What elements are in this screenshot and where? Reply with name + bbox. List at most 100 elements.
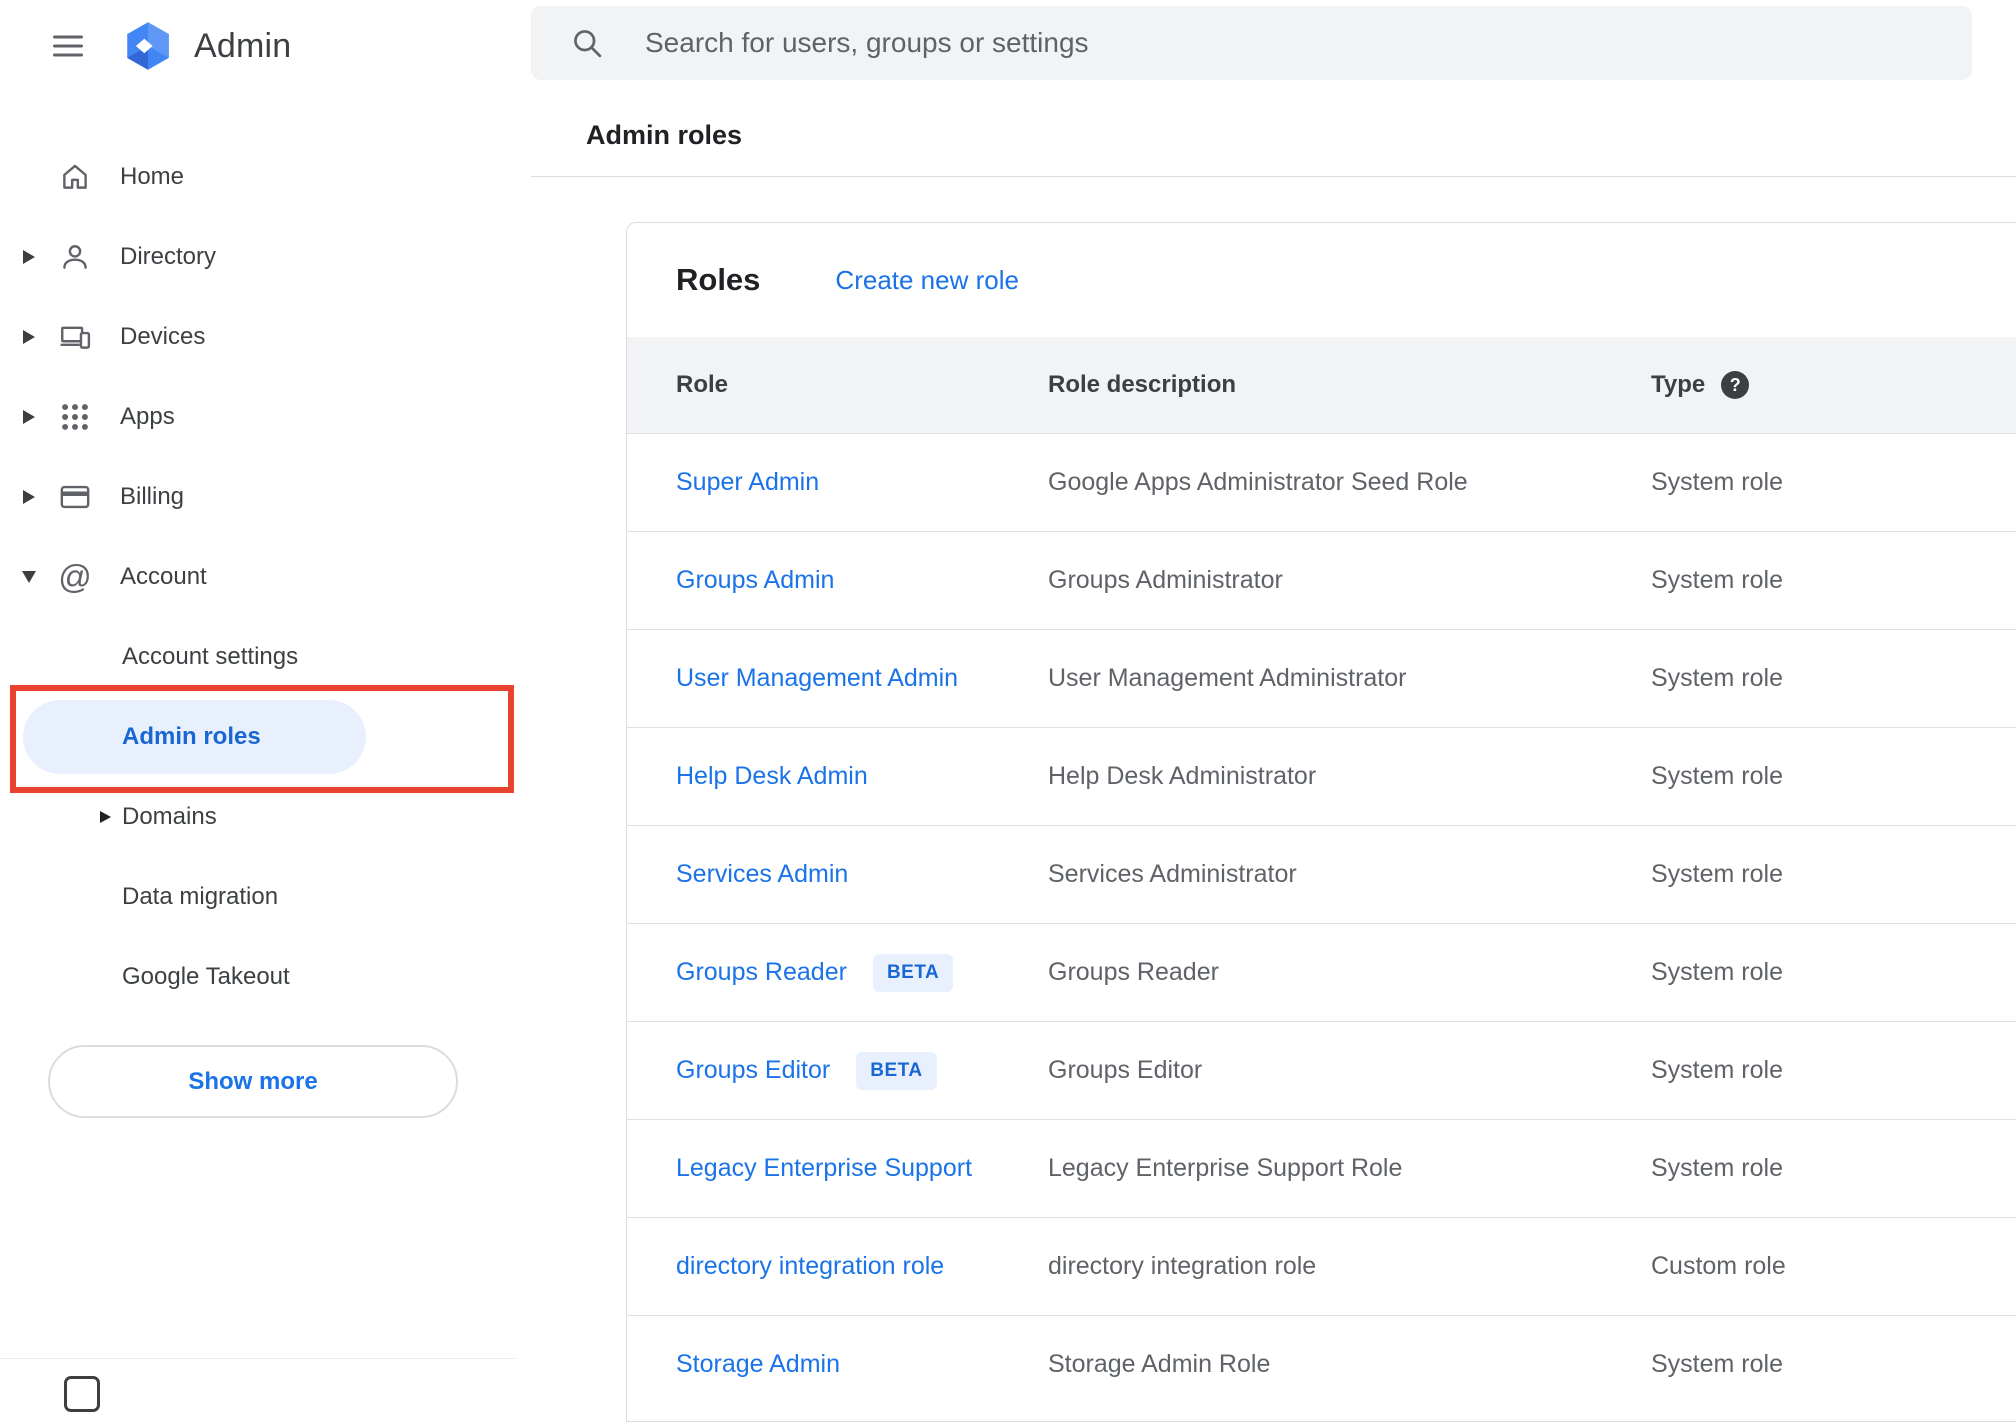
- role-description: Legacy Enterprise Support Role: [1048, 1154, 1403, 1182]
- sidebar-item-billing[interactable]: Billing: [0, 457, 531, 537]
- role-link[interactable]: Groups Editor: [676, 1056, 830, 1085]
- role-link[interactable]: Storage Admin: [676, 1350, 840, 1379]
- role-description: Help Desk Administrator: [1048, 762, 1317, 790]
- column-header-type-label: Type: [1651, 371, 1706, 398]
- sidebar-item-admin-roles[interactable]: Admin roles: [0, 697, 531, 777]
- chevron-right-icon[interactable]: [14, 250, 44, 264]
- table-header-row: Role Role description Type: [627, 337, 2016, 433]
- chevron-right-icon[interactable]: [14, 490, 44, 504]
- role-link[interactable]: Super Admin: [676, 468, 819, 497]
- divider: [531, 176, 2016, 177]
- sidebar-header: Admin: [0, 14, 291, 78]
- role-link[interactable]: User Management Admin: [676, 664, 958, 693]
- search-input[interactable]: [645, 13, 1972, 73]
- sidebar-item-label: Google Takeout: [122, 963, 290, 990]
- role-description: Groups Editor: [1048, 1056, 1203, 1084]
- table-row: Services Admin Services Administrator Sy…: [627, 825, 2016, 923]
- role-type: System role: [1651, 958, 1783, 986]
- breadcrumb: Admin roles: [586, 120, 743, 150]
- chevron-right-icon[interactable]: [14, 410, 44, 424]
- sidebar-item-label: Admin roles: [122, 723, 261, 750]
- role-description: Groups Administrator: [1048, 566, 1283, 594]
- sidebar-item-label: Billing: [120, 483, 185, 510]
- sidebar-item-label: Devices: [120, 323, 206, 350]
- divider: [0, 1358, 515, 1359]
- sidebar-item-label: Data migration: [122, 883, 279, 910]
- table-row: Help Desk Admin Help Desk Administrator …: [627, 727, 2016, 825]
- role-link[interactable]: Groups Admin: [676, 566, 834, 595]
- sidebar: Admin Home Directory Devices Apps Billin…: [0, 0, 531, 1412]
- role-link[interactable]: Groups Reader: [676, 958, 847, 987]
- devices-icon: [58, 320, 92, 354]
- column-header-description: Role description: [1048, 371, 1237, 398]
- at-sign-icon: @: [58, 558, 92, 595]
- beta-badge: BETA: [872, 953, 954, 992]
- column-header-type: Type: [1651, 371, 2016, 399]
- sidebar-nav: Home Directory Devices Apps Billing @ Ac…: [0, 137, 531, 1017]
- role-type: Custom role: [1651, 1252, 1786, 1280]
- role-type: System role: [1651, 1056, 1783, 1084]
- sidebar-item-domains[interactable]: Domains: [0, 777, 531, 857]
- role-link[interactable]: directory integration role: [676, 1252, 944, 1281]
- home-icon: [58, 160, 92, 194]
- role-type: System role: [1651, 762, 1783, 790]
- chevron-right-icon[interactable]: [14, 330, 44, 344]
- role-type: System role: [1651, 566, 1783, 594]
- person-icon: [58, 240, 92, 274]
- admin-logo-icon: [120, 18, 176, 74]
- chevron-right-icon[interactable]: [100, 811, 111, 823]
- role-type: System role: [1651, 1350, 1783, 1378]
- card-title: Roles: [676, 262, 761, 297]
- apps-grid-icon: [58, 400, 92, 434]
- sidebar-item-label: Home: [120, 163, 185, 190]
- role-type: System role: [1651, 664, 1783, 692]
- table-row: Groups Admin Groups Administrator System…: [627, 531, 2016, 629]
- table-row: Groups Reader BETA Groups Reader System …: [627, 923, 2016, 1021]
- menu-icon[interactable]: [44, 22, 92, 70]
- column-header-role: Role: [676, 371, 729, 398]
- role-type: System role: [1651, 1154, 1783, 1182]
- beta-badge: BETA: [856, 1051, 937, 1090]
- sidebar-item-google-takeout[interactable]: Google Takeout: [0, 937, 531, 1017]
- role-description: Groups Reader: [1048, 958, 1219, 986]
- sidebar-item-label: Account: [120, 563, 207, 590]
- table-row: User Management Admin User Management Ad…: [627, 629, 2016, 727]
- role-description: User Management Administrator: [1048, 664, 1407, 692]
- role-description: directory integration role: [1048, 1252, 1317, 1280]
- role-type: System role: [1651, 860, 1783, 888]
- sidebar-item-label: Account settings: [122, 643, 299, 670]
- role-link[interactable]: Legacy Enterprise Support: [676, 1154, 972, 1183]
- credit-card-icon: [58, 480, 92, 514]
- app-title: Admin: [194, 26, 292, 65]
- role-description: Google Apps Administrator Seed Role: [1048, 468, 1468, 496]
- table-row: directory integration role directory int…: [627, 1217, 2016, 1315]
- sidebar-item-account-settings[interactable]: Account settings: [0, 617, 531, 697]
- create-new-role-link[interactable]: Create new role: [835, 265, 1019, 296]
- sidebar-item-home[interactable]: Home: [0, 137, 531, 217]
- sidebar-item-label: Directory: [120, 243, 217, 270]
- show-more-button[interactable]: Show more: [48, 1045, 458, 1118]
- sidebar-item-account[interactable]: @ Account: [0, 537, 531, 617]
- table-row: Storage Admin Storage Admin Role System …: [627, 1315, 2016, 1413]
- table-row: Super Admin Google Apps Administrator Se…: [627, 433, 2016, 531]
- role-description: Services Administrator: [1048, 860, 1297, 888]
- sidebar-item-devices[interactable]: Devices: [0, 297, 531, 377]
- sidebar-item-data-migration[interactable]: Data migration: [0, 857, 531, 937]
- role-link[interactable]: Help Desk Admin: [676, 762, 868, 791]
- search-bar[interactable]: [531, 6, 1972, 80]
- role-link[interactable]: Services Admin: [676, 860, 848, 889]
- card-header: Roles Create new role: [627, 223, 2016, 337]
- sidebar-item-label: Apps: [120, 403, 175, 430]
- sidebar-item-label: Domains: [122, 803, 217, 830]
- sidebar-item-apps[interactable]: Apps: [0, 377, 531, 457]
- table-row: Legacy Enterprise Support Legacy Enterpr…: [627, 1119, 2016, 1217]
- help-icon[interactable]: [1721, 371, 1750, 399]
- sidebar-item-directory[interactable]: Directory: [0, 217, 531, 297]
- role-type: System role: [1651, 468, 1783, 496]
- search-icon: [569, 25, 605, 61]
- table-row: Groups Editor BETA Groups Editor System …: [627, 1021, 2016, 1119]
- role-description: Storage Admin Role: [1048, 1350, 1271, 1378]
- roles-card: Roles Create new role Role Role descript…: [626, 222, 2016, 1422]
- feedback-icon[interactable]: [64, 1376, 100, 1412]
- chevron-down-icon[interactable]: [14, 571, 44, 583]
